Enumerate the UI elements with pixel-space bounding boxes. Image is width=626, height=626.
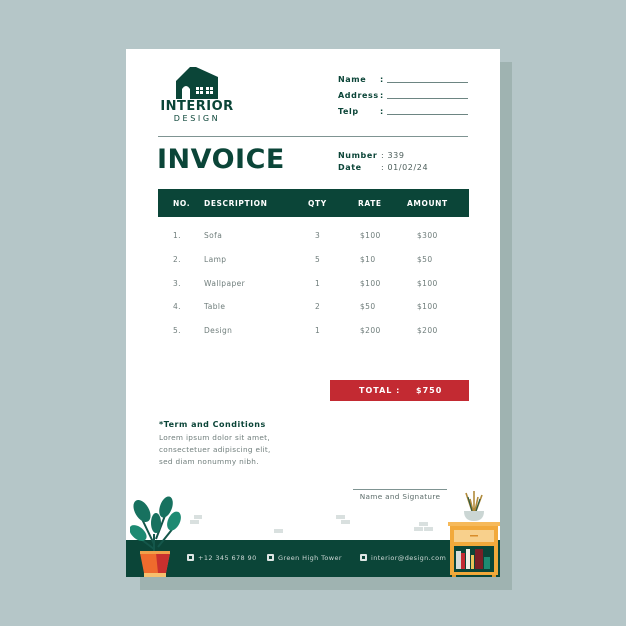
row-rate: $100 [360, 231, 381, 240]
phone-icon [187, 554, 194, 561]
potted-plant-illustration [130, 496, 181, 577]
footer-email-text: interior@design.com [371, 554, 447, 562]
column-header-no: NO. [173, 199, 191, 208]
logo-title: INTERIOR [160, 99, 234, 114]
row-no: 5. [173, 326, 181, 335]
row-amount: $100 [417, 302, 438, 311]
mail-icon [360, 554, 367, 561]
table-row: 3. Wallpaper 1 $100 $100 [158, 279, 469, 293]
signature-label: Name and Signature [359, 492, 441, 501]
logo-subtitle: DESIGN [173, 114, 221, 123]
row-qty: 5 [315, 255, 321, 264]
wall-brick [274, 529, 283, 533]
total-value: $750 [416, 386, 443, 395]
row-qty: 1 [315, 279, 321, 288]
footer-phone[interactable]: +12 345 678 90 [187, 554, 257, 562]
client-address-label: Address [338, 91, 379, 100]
client-telp-label: Telp [338, 107, 359, 116]
row-rate: $10 [360, 255, 376, 264]
total-bar: TOTAL : $750 [330, 380, 469, 401]
row-qty: 2 [315, 302, 321, 311]
column-header-amount: AMOUNT [407, 199, 448, 208]
row-qty: 3 [315, 231, 321, 240]
table-row: 2. Lamp 5 $10 $50 [158, 255, 469, 269]
location-pin-icon [267, 554, 274, 561]
column-header-rate: RATE [358, 199, 382, 208]
row-rate: $200 [360, 326, 381, 335]
table-row: 4. Table 2 $50 $100 [158, 302, 469, 316]
client-name-input-line[interactable] [387, 82, 468, 83]
row-rate: $100 [360, 279, 381, 288]
invoice-date-value: : 01/02/24 [381, 163, 429, 172]
footer-address[interactable]: Green High Tower [267, 554, 342, 562]
nightstand-illustration [448, 491, 500, 577]
terms-title: *Term and Conditions [159, 420, 266, 429]
row-no: 2. [173, 255, 181, 264]
row-no: 4. [173, 302, 181, 311]
row-no: 1. [173, 231, 181, 240]
row-qty: 1 [315, 326, 321, 335]
wall-brick [341, 520, 350, 524]
row-description: Sofa [204, 231, 223, 240]
row-description: Table [204, 302, 226, 311]
row-no: 3. [173, 279, 181, 288]
row-description: Lamp [204, 255, 227, 264]
footer-email[interactable]: interior@design.com [360, 554, 446, 562]
client-address-input-line[interactable] [387, 98, 468, 99]
wall-brick [194, 515, 202, 519]
colon: : [380, 75, 384, 84]
table-row: 1. Sofa 3 $100 $300 [158, 231, 469, 245]
invoice-title: INVOICE [157, 144, 285, 175]
client-name-label: Name [338, 75, 367, 84]
colon: : [380, 107, 384, 116]
colon: : [380, 91, 384, 100]
wall-brick [336, 515, 345, 519]
wall-brick [190, 520, 199, 524]
row-amount: $300 [417, 231, 438, 240]
invoice-page: INTERIOR DESIGN Name : Address : Telp : … [126, 49, 500, 577]
invoice-date-label: Date [338, 163, 362, 172]
invoice-number-value: : 339 [381, 151, 405, 160]
invoice-number-label: Number [338, 151, 378, 160]
terms-line: sed diam nonummy nibh. [159, 457, 259, 466]
column-header-description: DESCRIPTION [204, 199, 268, 208]
terms-line: Lorem ipsum dolor sit amet, [159, 433, 270, 442]
row-amount: $200 [417, 326, 438, 335]
wall-brick [424, 527, 433, 531]
client-telp-input-line[interactable] [387, 114, 468, 115]
terms-line: consectetuer adipiscing elit, [159, 445, 271, 454]
signature-line[interactable] [353, 489, 447, 490]
house-icon [176, 67, 218, 99]
total-label: TOTAL : [359, 386, 401, 395]
footer-bar: +12 345 678 90 Green High Tower interior… [126, 540, 500, 577]
row-description: Wallpaper [204, 279, 246, 288]
table-header: NO. DESCRIPTION QTY RATE AMOUNT [158, 189, 469, 217]
wall-brick [419, 522, 428, 526]
column-header-qty: QTY [308, 199, 327, 208]
row-rate: $50 [360, 302, 376, 311]
footer-address-text: Green High Tower [278, 554, 342, 562]
table-row: 5. Design 1 $200 $200 [158, 326, 469, 340]
row-amount: $50 [417, 255, 433, 264]
wall-brick [414, 527, 423, 531]
row-description: Design [204, 326, 233, 335]
row-amount: $100 [417, 279, 438, 288]
header-divider [158, 136, 468, 137]
footer-phone-text: +12 345 678 90 [198, 554, 257, 562]
